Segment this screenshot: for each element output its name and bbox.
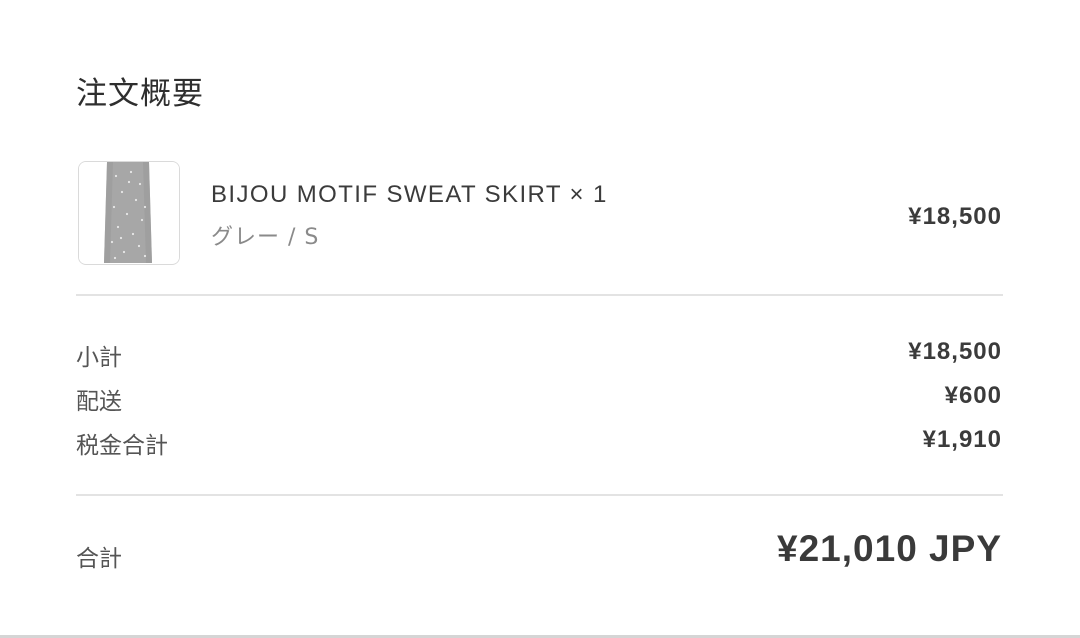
product-thumbnail	[78, 161, 180, 265]
subtotal-label: 小計	[76, 345, 122, 371]
product-name: BIJOU MOTIF SWEAT SKIRT × 1	[211, 181, 608, 208]
summary-title: 注文概要	[76, 76, 204, 112]
total-value: ¥21,010 JPY	[777, 528, 1002, 569]
product-price: ¥18,500	[908, 203, 1002, 230]
shipping-row: 配送 ¥600	[76, 382, 1002, 415]
product-variant: グレー / S	[211, 225, 320, 250]
shipping-value: ¥600	[944, 382, 1002, 409]
skirt-thumbnail-icon	[79, 162, 179, 263]
order-summary-panel: 注文概要 BIJOU MOTIF SWEAT SKIRT × 1 グレー / S	[0, 0, 1080, 638]
product-line-item: BIJOU MOTIF SWEAT SKIRT × 1 グレー / S ¥18,…	[78, 161, 1002, 267]
tax-value: ¥1,910	[922, 426, 1002, 453]
tax-row: 税金合計 ¥1,910	[76, 426, 1002, 459]
shipping-label: 配送	[76, 389, 122, 415]
divider	[76, 494, 1003, 496]
total-row: 合計 ¥21,010 JPY	[76, 528, 1002, 578]
tax-label: 税金合計	[76, 433, 168, 459]
subtotal-value: ¥18,500	[908, 338, 1002, 365]
divider	[76, 294, 1003, 296]
subtotal-row: 小計 ¥18,500	[76, 338, 1002, 371]
total-label: 合計	[76, 546, 122, 572]
